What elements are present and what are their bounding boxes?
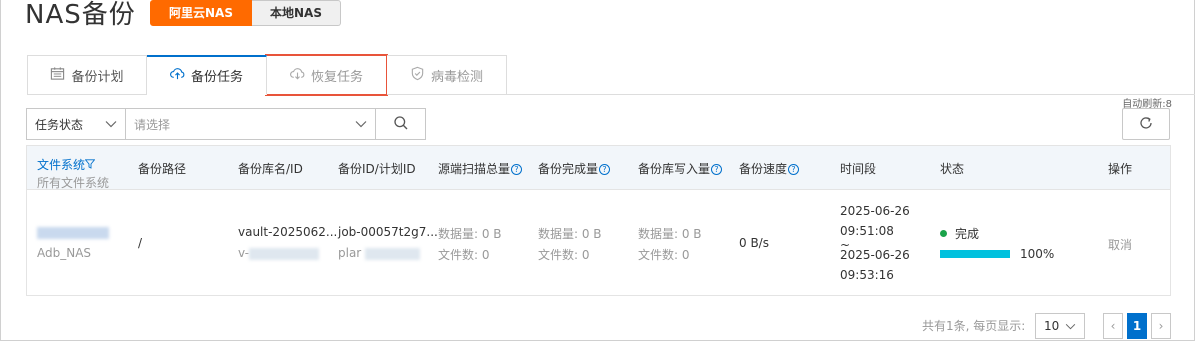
- filesystem-name: Adb_NAS: [37, 246, 92, 260]
- col-time: 时间段: [840, 162, 877, 176]
- refresh-icon: [1138, 115, 1154, 134]
- filesystem-id-redacted[interactable]: [37, 225, 109, 239]
- table-header: 文件系统 所有文件系统 备份路径 备份库名/ID 备份ID/计划ID 源端扫描总…: [27, 146, 1170, 190]
- help-icon[interactable]: ?: [511, 164, 523, 175]
- start-time: 09:51:08: [840, 224, 894, 238]
- cloud-download-icon: [290, 66, 305, 85]
- shield-icon: [410, 66, 425, 85]
- filesystem-header-title: 文件系统: [37, 158, 86, 172]
- col-vault: 备份库名/ID: [238, 162, 303, 176]
- start-date: 2025-06-26: [840, 204, 910, 218]
- prev-page-button[interactable]: ‹: [1103, 313, 1123, 339]
- filter-field-select[interactable]: 任务状态: [26, 108, 126, 140]
- status-badge: 完成: [940, 225, 979, 242]
- progress-label: 100%: [1020, 247, 1055, 261]
- cloud-upload-icon: [170, 66, 185, 85]
- backup-path: /: [138, 236, 143, 250]
- calendar-icon: [50, 66, 65, 85]
- progress-bar: [940, 250, 1010, 258]
- filesystem-header-subtitle: 所有文件系统: [37, 176, 110, 190]
- cancel-link[interactable]: 取消: [1108, 236, 1132, 253]
- col-action: 操作: [1108, 162, 1133, 176]
- col-path: 备份路径: [138, 162, 187, 176]
- chevron-down-icon: [105, 117, 117, 131]
- vault-id: v-: [238, 246, 320, 260]
- chevron-down-icon: [1065, 319, 1076, 333]
- chevron-right-icon: ›: [1158, 319, 1164, 333]
- tab-restore-task[interactable]: 恢复任务: [265, 54, 388, 96]
- help-icon[interactable]: ?: [599, 164, 611, 175]
- filesystem-column-header[interactable]: 文件系统 所有文件系统: [37, 156, 109, 191]
- page-size-value: 10: [1044, 319, 1060, 333]
- filter-icon[interactable]: [84, 158, 96, 172]
- col-source-scan: 源端扫描总量?: [438, 160, 523, 177]
- filter-bar: 任务状态 请选择: [26, 108, 426, 140]
- filter-value-select[interactable]: 请选择: [126, 108, 376, 140]
- search-button[interactable]: [376, 108, 426, 140]
- job-id: job-00057t2g7...: [338, 225, 438, 239]
- filter-value-placeholder: 请选择: [134, 117, 171, 132]
- source-file-count: 文件数: 0: [438, 248, 490, 262]
- refresh-button[interactable]: [1122, 108, 1170, 140]
- tab-label: 病毒检测: [430, 69, 483, 85]
- search-icon: [393, 115, 409, 134]
- page-size-select[interactable]: 10: [1035, 313, 1085, 339]
- chevron-down-icon: [355, 117, 367, 131]
- page-title: NAS备份: [25, 0, 136, 30]
- backup-speed: 0 B/s: [739, 236, 769, 250]
- completed-data-size: 数据量: 0 B: [538, 227, 602, 241]
- chevron-left-icon: ‹: [1110, 319, 1116, 333]
- help-icon[interactable]: ?: [711, 164, 723, 175]
- tab-label: 恢复任务: [310, 69, 363, 85]
- tab-label: 备份计划: [71, 69, 124, 85]
- tab-backup-task[interactable]: 备份任务: [147, 55, 267, 95]
- filter-field-label: 任务状态: [35, 117, 84, 132]
- end-time: 09:53:16: [840, 268, 894, 282]
- aliyun-nas-button[interactable]: 阿里云NAS: [150, 0, 252, 26]
- pagination-info: 共有1条, 每页显示:: [922, 319, 1026, 333]
- tab-backup-plan[interactable]: 备份计划: [27, 55, 147, 95]
- status-dot: [940, 230, 947, 237]
- task-table: 文件系统 所有文件系统 备份路径 备份库名/ID 备份ID/计划ID 源端扫描总…: [26, 145, 1171, 296]
- col-backup-id: 备份ID/计划ID: [338, 162, 416, 176]
- col-completed: 备份完成量?: [538, 160, 611, 177]
- completed-file-count: 文件数: 0: [538, 248, 590, 262]
- next-page-button[interactable]: ›: [1151, 313, 1171, 339]
- tab-virus-scan[interactable]: 病毒检测: [387, 55, 507, 95]
- vault-name: vault-2025062...: [238, 225, 338, 239]
- end-date: 2025-06-26: [840, 248, 910, 262]
- col-speed: 备份速度?: [739, 160, 800, 177]
- current-page-button[interactable]: 1: [1127, 313, 1147, 339]
- vault-write-file-count: 文件数: 0: [638, 248, 690, 262]
- help-icon[interactable]: ?: [788, 164, 800, 175]
- col-status: 状态: [940, 162, 965, 176]
- source-toggle: 阿里云NAS 本地NAS: [150, 0, 341, 26]
- plan-id: plar: [338, 246, 421, 260]
- vault-write-data-size: 数据量: 0 B: [638, 227, 702, 241]
- local-nas-button[interactable]: 本地NAS: [251, 0, 341, 26]
- tab-bar: 备份计划 备份任务 恢复任务 病毒检测: [27, 54, 507, 96]
- source-data-size: 数据量: 0 B: [438, 227, 502, 241]
- col-vault-write: 备份库写入量?: [638, 160, 723, 177]
- tab-label: 备份任务: [190, 70, 243, 85]
